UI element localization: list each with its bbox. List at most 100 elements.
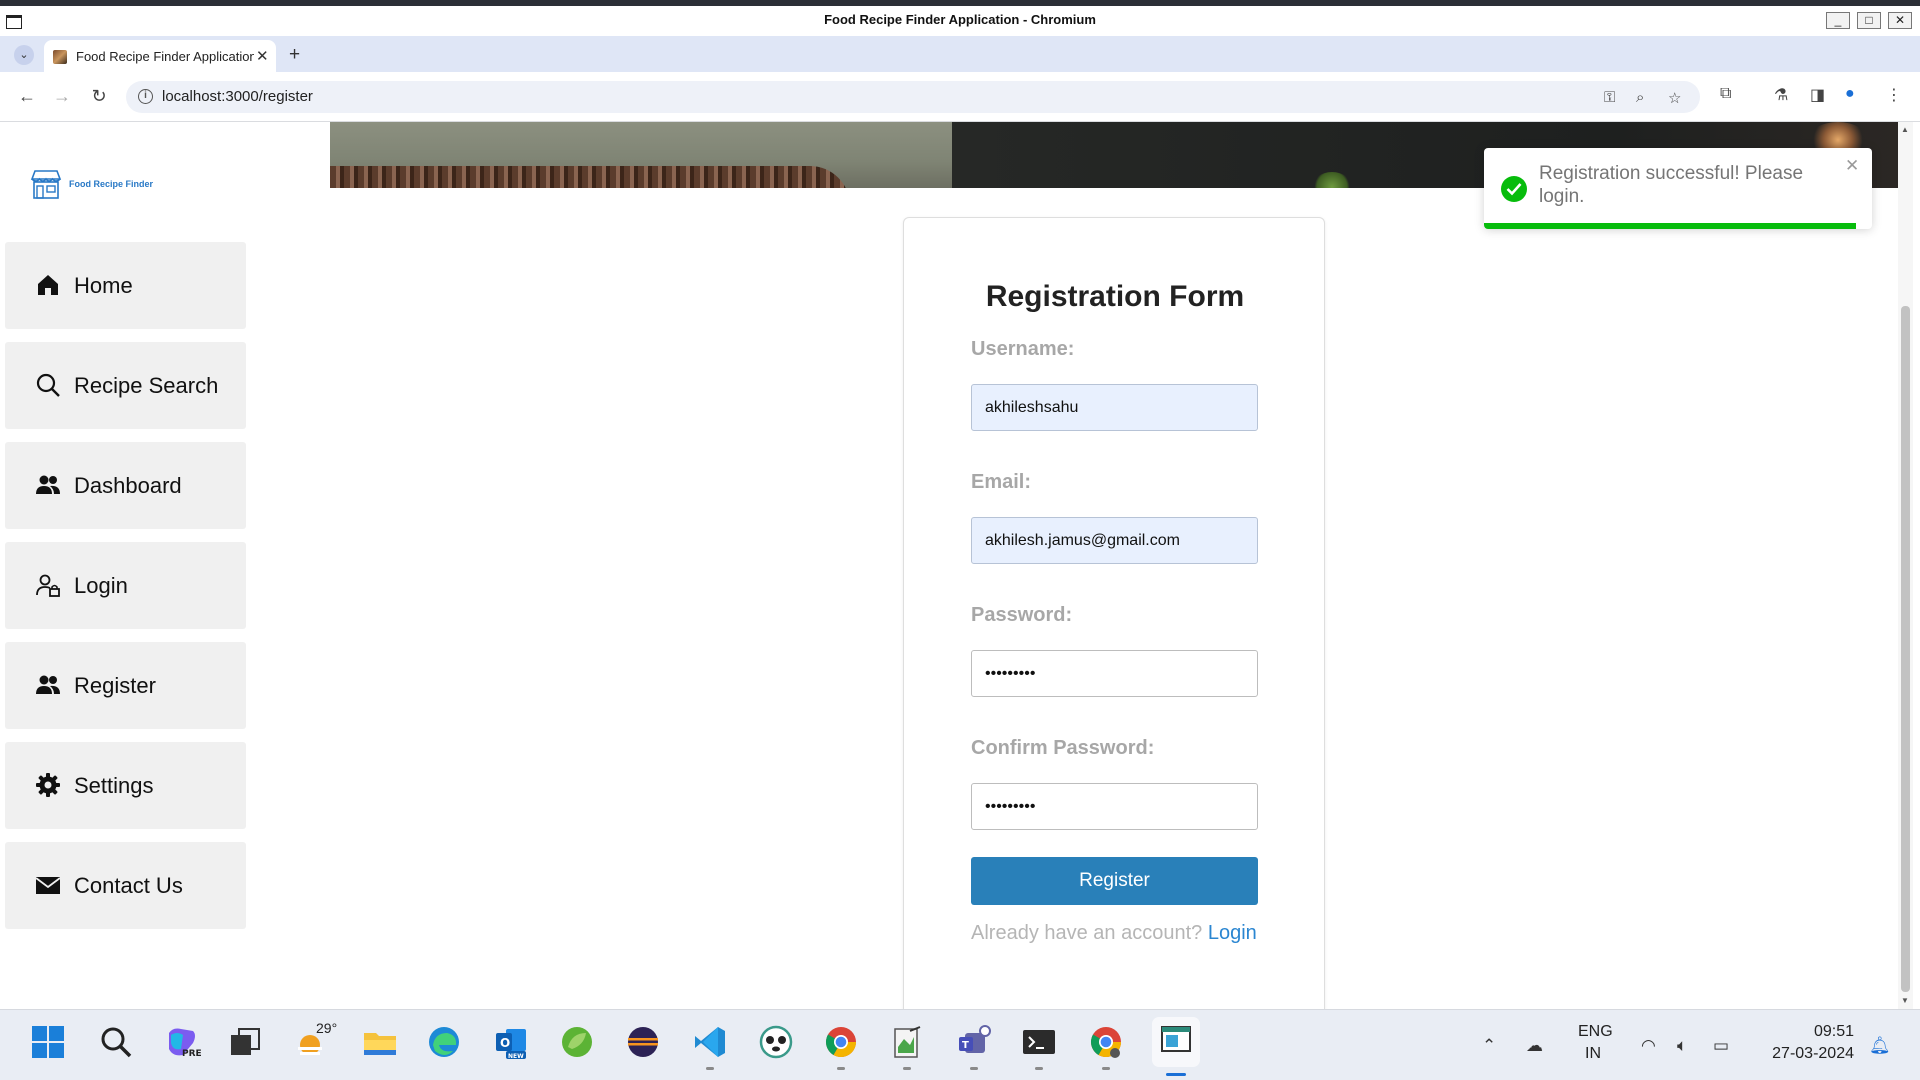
scrollbar-thumb[interactable] [1901,306,1910,992]
terminal-icon[interactable] [1020,1023,1058,1070]
sidebar-item-contact-us[interactable]: Contact Us [5,842,246,929]
kebab-menu-icon[interactable]: ⋮ [1886,85,1902,105]
volume-icon[interactable]: 🔈︎ [1677,1036,1687,1056]
sidebar: Food Recipe Finder Home Recipe Search Da… [5,122,246,1009]
brand-logo[interactable]: Food Recipe Finder [29,166,153,202]
panda-app-icon[interactable] [757,1023,795,1061]
clock-date[interactable]: 27-03-2024 [1760,1045,1854,1063]
home-icon [38,275,58,295]
username-label: Username: [971,338,1075,360]
users-icon [36,675,60,694]
sidebar-item-label: Login [74,573,128,598]
maximize-button[interactable]: □ [1857,12,1881,29]
edge-icon[interactable] [425,1023,463,1061]
chrome-icon[interactable] [822,1023,860,1070]
favicon-icon [53,50,67,64]
extensions-icon[interactable]: ⧉ [1720,85,1731,103]
email-label: Email: [971,471,1032,493]
onedrive-offline-icon[interactable]: ☁ [1526,1036,1543,1056]
svg-text:O: O [500,1036,510,1050]
forward-icon[interactable]: → [50,84,74,108]
sidebar-item-recipe-search[interactable]: Recipe Search [5,342,246,429]
confirm-password-label: Confirm Password: [971,737,1155,759]
outlook-icon[interactable]: O NEW [492,1023,530,1061]
url-text[interactable]: localhost:3000/register [162,81,313,113]
password-input[interactable] [971,650,1258,697]
teams-icon[interactable]: T [955,1023,993,1070]
active-app-icon[interactable] [1152,1017,1200,1076]
svg-text:T: T [962,1040,969,1051]
toast-progress-track [1484,223,1872,229]
login-link[interactable]: Login [1208,922,1257,944]
toast-close-icon[interactable]: ✕ [1845,156,1859,176]
svg-text:PRE: PRE [182,1049,201,1059]
task-view-icon[interactable] [226,1023,264,1061]
tray-overflow-chevron-icon[interactable]: ⌃ [1482,1036,1496,1056]
language-indicator[interactable]: ENG [1578,1023,1613,1041]
tab-strip: ⌄ Food Recipe Finder Application ✕ + [0,36,1920,72]
plate-image-part [330,166,850,188]
vscode-icon[interactable] [691,1023,729,1070]
notepad-icon[interactable] [888,1023,926,1070]
site-info-icon[interactable]: i [138,89,153,104]
page-viewport: Food Recipe Finder Home Recipe Search Da… [0,122,1920,1009]
wifi-icon[interactable]: ◠ [1641,1036,1656,1056]
profile-icon[interactable]: ● [1845,85,1855,103]
tab-search-button[interactable]: ⌄ [14,45,34,65]
tab-active[interactable]: Food Recipe Finder Application ✕ [44,40,276,72]
side-panel-icon[interactable]: ◨ [1810,85,1825,105]
spring-icon[interactable] [558,1023,596,1061]
register-button[interactable]: Register [971,857,1258,905]
back-icon[interactable]: ← [15,84,39,108]
store-icon [30,170,62,199]
battery-icon[interactable]: ▭ [1713,1036,1729,1056]
sidebar-item-label: Contact Us [74,873,183,898]
brand-name: Food Recipe Finder [69,179,154,189]
copilot-icon[interactable]: PRE [163,1023,202,1061]
key-icon[interactable]: ⚿ [1604,89,1615,106]
sidebar-item-dashboard[interactable]: Dashboard [5,442,246,529]
sidebar-item-login[interactable]: Login [5,542,246,629]
file-explorer-icon[interactable] [361,1023,399,1061]
form-title: Registration Form [985,280,1245,313]
windows-start-icon[interactable] [29,1023,67,1061]
taskbar-search-icon[interactable] [97,1023,135,1061]
sidebar-item-label: Settings [74,773,154,798]
zoom-icon[interactable]: ⌕ [1636,89,1644,106]
users-icon [36,475,60,494]
weather-temperature: 29° [316,1020,338,1036]
lab-flask-icon[interactable]: ⚗ [1774,85,1788,105]
browser-toolbar: ← → ↻ i localhost:3000/register ⚿ ⌕ ☆ ⧉ … [0,72,1920,122]
close-window-button[interactable]: ✕ [1888,12,1912,29]
eclipse-icon[interactable] [624,1023,662,1061]
reload-icon[interactable]: ↻ [87,84,111,108]
bookmark-star-icon[interactable]: ☆ [1668,89,1681,107]
tab-title: Food Recipe Finder Application [76,49,254,64]
sidebar-item-home[interactable]: Home [5,242,246,329]
confirm-password-input[interactable] [971,783,1258,830]
scroll-up-icon[interactable]: ▲ [1901,125,1909,134]
address-bar[interactable]: i localhost:3000/register ⚿ ⌕ ☆ [126,81,1700,113]
toast-progress-bar [1484,223,1857,229]
chrome-dev-icon[interactable] [1087,1023,1125,1070]
page-scrollbar[interactable]: ▲ ▼ [1898,122,1913,1009]
login-prompt: Already have an account? Login [971,922,1257,945]
email-input[interactable] [971,517,1258,564]
sidebar-item-settings[interactable]: Settings [5,742,246,829]
new-tab-button[interactable]: + [289,44,300,66]
sidebar-item-register[interactable]: Register [5,642,246,729]
search-icon [36,373,60,397]
minimize-button[interactable]: _ [1826,12,1850,29]
tab-close-icon[interactable]: ✕ [256,47,269,65]
user-lock-icon [36,574,60,597]
taskbar: PRE 29° O NEW T ⌃ ☁ ENG IN ◠ 🔈︎ ▭ 09:51 … [0,1009,1920,1080]
clock-time[interactable]: 09:51 [1780,1023,1854,1041]
region-indicator[interactable]: IN [1585,1045,1601,1063]
envelope-icon [35,877,61,894]
username-input[interactable] [971,384,1258,431]
svg-text:NEW: NEW [508,1053,524,1060]
notification-bell-icon[interactable]: 🔔︎ [1869,1036,1891,1056]
scroll-down-icon[interactable]: ▼ [1901,996,1909,1005]
toast-message: Registration successful! Please login. [1539,163,1804,207]
sidebar-item-label: Register [74,673,156,698]
